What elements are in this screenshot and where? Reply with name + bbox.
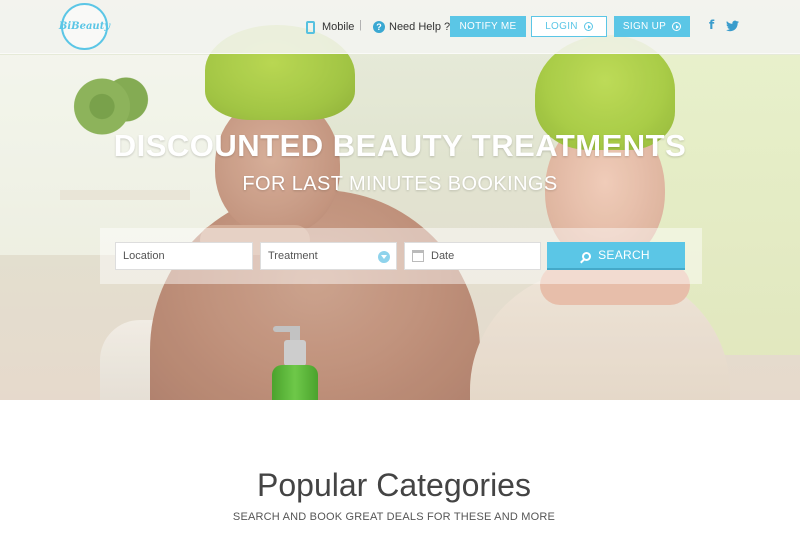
search-panel: Location Treatment Date SEARCH bbox=[100, 228, 702, 284]
notify-me-button[interactable]: NOTIFY ME bbox=[450, 16, 526, 37]
hero-banner: DISCOUNTED BEAUTY TREATMENTS FOR LAST MI… bbox=[0, 0, 800, 400]
help-link[interactable]: ? Need Help ? bbox=[373, 19, 450, 35]
hero-subtitle: FOR LAST MINUTES BOOKINGS bbox=[242, 173, 558, 195]
location-placeholder: Location bbox=[123, 250, 165, 262]
chevron-down-icon bbox=[378, 251, 390, 263]
twitter-icon[interactable] bbox=[726, 20, 739, 32]
hero-title: DISCOUNTED BEAUTY TREATMENTS bbox=[113, 128, 687, 163]
location-input[interactable]: Location bbox=[115, 242, 253, 270]
search-icon bbox=[582, 251, 592, 261]
arrow-circle-icon bbox=[583, 22, 593, 31]
mobile-label: Mobile bbox=[322, 21, 355, 33]
search-button[interactable]: SEARCH bbox=[547, 242, 685, 270]
login-label: LOGIN bbox=[545, 21, 578, 32]
popular-categories-heading: Popular Categories bbox=[257, 467, 531, 503]
logo-text: BiBeauty bbox=[58, 21, 111, 32]
top-navbar: BiBeauty Mobile | ? Need Help ? NOTIFY M… bbox=[0, 0, 800, 54]
signup-label: SIGN UP bbox=[622, 21, 667, 32]
search-button-label: SEARCH bbox=[598, 248, 650, 262]
treatment-select[interactable]: Treatment bbox=[260, 242, 397, 270]
notify-label: NOTIFY ME bbox=[459, 21, 517, 32]
facebook-icon[interactable]: f bbox=[709, 18, 714, 32]
hero-overlay bbox=[0, 0, 800, 400]
help-icon: ? bbox=[373, 21, 385, 33]
date-input[interactable]: Date bbox=[404, 242, 541, 270]
treatment-placeholder: Treatment bbox=[268, 250, 318, 262]
calendar-icon bbox=[412, 250, 424, 262]
popular-categories-subtitle: SEARCH AND BOOK GREAT DEALS FOR THESE AN… bbox=[232, 511, 556, 523]
help-label: Need Help ? bbox=[389, 21, 451, 33]
arrow-circle-icon bbox=[672, 22, 682, 31]
brand-logo[interactable]: BiBeauty bbox=[58, 3, 111, 50]
date-placeholder: Date bbox=[431, 250, 455, 262]
mobile-icon bbox=[306, 20, 315, 34]
mobile-link[interactable]: Mobile bbox=[306, 19, 354, 35]
login-button[interactable]: LOGIN bbox=[531, 16, 607, 37]
header-separator: | bbox=[359, 19, 362, 31]
signup-button[interactable]: SIGN UP bbox=[614, 16, 690, 37]
